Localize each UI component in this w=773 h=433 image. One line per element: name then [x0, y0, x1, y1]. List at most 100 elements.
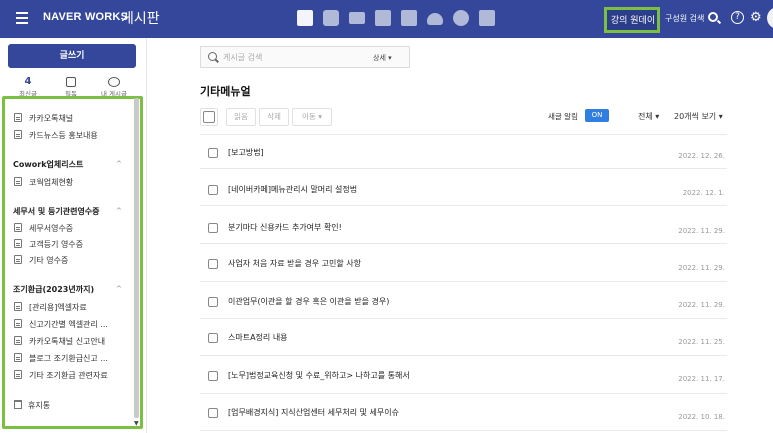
row-checkbox[interactable] — [208, 185, 218, 195]
post-title[interactable]: 분기마다 신용카드 추가여부 확인! — [228, 222, 342, 233]
document-icon — [14, 255, 22, 264]
brand-logo[interactable]: NAVER WORKS — [43, 11, 128, 23]
calendar-icon[interactable] — [375, 10, 391, 26]
trash-icon — [14, 400, 22, 409]
document-icon — [14, 370, 22, 379]
chevron-up-icon[interactable]: ^ — [116, 207, 122, 215]
sidebar-group-cowork[interactable]: Cowork업체리스트 — [13, 159, 83, 171]
table-icon[interactable] — [479, 10, 495, 26]
latest-count: 4 — [24, 76, 32, 87]
row-checkbox[interactable] — [208, 223, 218, 233]
quick-latest[interactable]: 4 최신글 — [8, 76, 48, 98]
post-date: 2022. 12. 26. — [678, 152, 725, 160]
row-checkbox[interactable] — [208, 408, 218, 418]
divider — [200, 134, 727, 135]
divider — [200, 393, 727, 394]
sidebar-item[interactable]: 신고기간별 엑셀관리 ... — [14, 319, 108, 331]
page-size-dropdown[interactable]: 20개씩 보기 ▾ — [674, 111, 723, 122]
row-checkbox[interactable] — [208, 371, 218, 381]
chevron-up-icon[interactable]: ^ — [116, 285, 122, 293]
row-checkbox[interactable] — [208, 259, 218, 269]
sidebar-item[interactable]: 세무서영수증 — [14, 223, 73, 235]
document-icon — [14, 353, 22, 362]
sidebar-item[interactable]: 카드뉴스등 홍보내용 — [14, 130, 98, 142]
divider — [200, 281, 727, 282]
row-checkbox[interactable] — [208, 297, 218, 307]
post-title[interactable]: [노무]법정교육신청 및 수료_위하고> 나하고를 통해서 — [228, 370, 410, 381]
sidebar-item[interactable]: 기타 조기환급 관련자료 — [14, 370, 108, 382]
post-date: 2022. 12. 1. — [682, 189, 725, 197]
sidebar-group-refund[interactable]: 조기환급(2023년까지) — [13, 284, 94, 296]
document-icon — [14, 113, 22, 122]
document-icon — [14, 336, 22, 345]
write-button[interactable]: 글쓰기 — [8, 44, 136, 68]
sidebar-item[interactable]: [관리용]엑셀자료 — [14, 302, 87, 314]
divider — [200, 430, 727, 431]
divider — [200, 243, 727, 244]
document-icon — [14, 239, 22, 248]
chat-icon[interactable] — [323, 10, 339, 26]
post-date: 2022. 11. 17. — [678, 375, 725, 383]
member-search-label[interactable]: 구성원 검색 — [665, 13, 704, 24]
row-checkbox[interactable] — [208, 148, 218, 158]
document-icon — [14, 130, 22, 139]
divider — [200, 355, 727, 356]
quick-must-read[interactable]: 필독 — [51, 76, 91, 98]
mark-read-button[interactable]: 읽음 — [226, 108, 256, 126]
lecture-oneday-label[interactable]: 강의 원데이 — [608, 13, 658, 26]
sidebar-scrollbar[interactable] — [134, 98, 139, 418]
row-checkbox[interactable] — [208, 333, 218, 343]
gear-icon[interactable]: ⚙ — [750, 10, 762, 25]
help-icon[interactable]: ? — [731, 11, 744, 24]
sidebar-item[interactable]: 카카오톡채널 신고안내 — [14, 336, 105, 348]
document-icon — [14, 223, 22, 232]
sidebar-group-receipts[interactable]: 세무서 및 등기관련영수증 — [13, 206, 100, 218]
post-date: 2022. 11. 25. — [678, 338, 725, 346]
post-date: 2022. 11. 29. — [678, 227, 725, 235]
cloud-icon[interactable] — [427, 13, 443, 25]
post-title[interactable]: [업무배경지식] 지식산업센터 세무처리 및 세무이슈 — [228, 407, 399, 418]
detail-search-dropdown[interactable]: 상세 ▾ — [373, 53, 392, 63]
new-post-notify-label: 새글 알림 — [548, 112, 578, 121]
menu-icon[interactable] — [16, 12, 28, 24]
filter-dropdown[interactable]: 전체 ▾ — [638, 111, 659, 122]
avatar[interactable] — [767, 7, 773, 29]
page-title: 기타메뉴얼 — [200, 85, 251, 98]
check-icon[interactable] — [453, 10, 469, 26]
divider — [200, 168, 727, 169]
sidebar-item[interactable]: 코웍업체현황 — [14, 177, 73, 189]
post-date: 2022. 11. 29. — [678, 301, 725, 309]
app-title: 게시판 — [121, 11, 160, 27]
trash-item[interactable]: 휴지통 — [14, 400, 50, 411]
notify-toggle[interactable]: ON — [585, 109, 609, 122]
post-title[interactable]: 스마트A정리 내용 — [228, 332, 288, 343]
post-title[interactable]: 이관업무(이관을 할 경우 혹은 이관을 받을 경우) — [228, 296, 389, 307]
main-content: 게시글 검색 상세 ▾ 기타메뉴얼 읽음 삭제 이동 ▾ 새글 알림 ON 전체… — [148, 38, 773, 433]
delete-button[interactable]: 삭제 — [259, 108, 289, 126]
scroll-down-icon[interactable]: ▼ — [134, 420, 139, 427]
contact-icon[interactable] — [401, 10, 417, 26]
speech-bubble-icon — [108, 77, 120, 87]
sidebar: 글쓰기 4 최신글 필독 내 게시글 카카오톡채널 카드뉴스등 홍보내용 Cow… — [0, 38, 147, 433]
sidebar-item[interactable]: 블로그 조기환급신고 ... — [14, 353, 108, 365]
app-switcher — [297, 10, 495, 26]
post-search-box[interactable]: 게시글 검색 상세 ▾ — [200, 46, 410, 68]
sidebar-item[interactable]: 카카오톡채널 — [14, 113, 73, 125]
sidebar-item[interactable]: 기타 영수증 — [14, 255, 68, 267]
document-icon — [14, 177, 22, 186]
top-bar: NAVER WORKS 게시판 강의 원데이 구성원 검색 ? ⚙ — [0, 0, 773, 38]
search-icon — [208, 52, 217, 61]
post-title[interactable]: [보고방법] — [228, 147, 264, 158]
chevron-up-icon[interactable]: ^ — [116, 160, 122, 168]
quick-my-posts[interactable]: 내 게시글 — [94, 76, 134, 98]
search-icon[interactable] — [708, 12, 718, 22]
move-dropdown[interactable]: 이동 ▾ — [292, 108, 332, 126]
divider — [200, 318, 727, 319]
post-title[interactable]: [네이버카페]메뉴관리시 말머리 설정법 — [228, 184, 357, 195]
post-title[interactable]: 사업자 처음 자료 받을 경우 고민할 사항 — [228, 258, 361, 269]
search-input[interactable]: 게시글 검색 — [223, 52, 262, 63]
select-all-checkbox[interactable] — [200, 108, 218, 126]
document-icon[interactable] — [297, 10, 313, 26]
sidebar-item[interactable]: 고객등기 영수증 — [14, 239, 83, 251]
mail-icon[interactable] — [349, 12, 365, 24]
